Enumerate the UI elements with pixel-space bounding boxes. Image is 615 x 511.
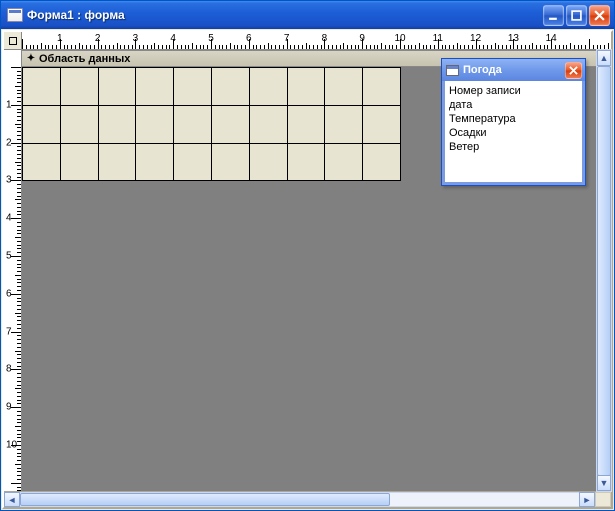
grid-cell[interactable] — [61, 144, 99, 182]
ruler-h-number: 4 — [170, 33, 176, 44]
grid-cell[interactable] — [250, 106, 288, 144]
scroll-down-button[interactable]: ▼ — [597, 475, 611, 491]
grid-cell[interactable] — [363, 106, 401, 144]
field-list-item[interactable]: Осадки — [447, 126, 580, 140]
grid-cell[interactable] — [99, 144, 137, 182]
window-title: Форма1 : форма — [27, 8, 543, 22]
ruler-h-number: 9 — [359, 33, 365, 44]
ruler-v-number: 6 — [6, 288, 12, 299]
grid-cell[interactable] — [23, 106, 61, 144]
titlebar[interactable]: Форма1 : форма — [1, 1, 614, 29]
grid-cell[interactable] — [99, 68, 137, 106]
minimize-button[interactable] — [543, 5, 564, 26]
field-list-body: Номер записидатаТемператураОсадкиВетер — [442, 81, 585, 185]
form-selector[interactable] — [4, 32, 22, 50]
ruler-h-number: 11 — [433, 33, 443, 44]
maximize-button[interactable] — [566, 5, 587, 26]
grid-cell[interactable] — [99, 106, 137, 144]
ruler-h-number: 3 — [133, 33, 139, 44]
ruler-v-number: 4 — [6, 213, 12, 224]
grid-cell[interactable] — [61, 106, 99, 144]
ruler-v-number: 5 — [6, 251, 12, 262]
ruler-h-number: 6 — [246, 33, 252, 44]
ruler-v-number: 2 — [6, 137, 12, 148]
window-controls — [543, 5, 610, 26]
vertical-ruler[interactable]: 1 2 3 4 5 6 7 8 9 10 — [4, 50, 22, 491]
ruler-h-number: 12 — [470, 33, 481, 44]
field-list-close-button[interactable] — [565, 62, 582, 79]
ruler-h-number: 14 — [546, 33, 557, 44]
grid-cell[interactable] — [288, 144, 326, 182]
grid-cell[interactable] — [288, 68, 326, 106]
field-list-window[interactable]: Погода Номер записидатаТемператураОсадки… — [441, 58, 586, 186]
grid-cell[interactable] — [23, 68, 61, 106]
detail-section-grid[interactable] — [22, 67, 401, 181]
grid-cell[interactable] — [212, 68, 250, 106]
scroll-right-button[interactable]: ► — [579, 492, 595, 507]
grid-cell[interactable] — [363, 144, 401, 182]
field-list-title: Погода — [463, 64, 565, 76]
grid-cell[interactable] — [325, 106, 363, 144]
ruler-h-number: 1 — [57, 33, 63, 44]
grid-cell[interactable] — [212, 144, 250, 182]
horizontal-scrollbar[interactable]: ◄ ► — [4, 491, 611, 507]
grid-cell[interactable] — [174, 68, 212, 106]
ruler-v-number: 3 — [6, 175, 12, 186]
ruler-h-number: 13 — [508, 33, 519, 44]
grid-cell[interactable] — [61, 68, 99, 106]
hscroll-track[interactable] — [20, 492, 579, 507]
grid-cell[interactable] — [174, 144, 212, 182]
field-list-item[interactable]: Ветер — [447, 140, 580, 154]
ruler-h-number: 8 — [322, 33, 328, 44]
grid-cell[interactable] — [325, 144, 363, 182]
ruler-v-number: 7 — [6, 326, 12, 337]
ruler-h-number: 2 — [95, 33, 101, 44]
horizontal-ruler[interactable]: 1234567891011121314 — [22, 32, 611, 50]
ruler-v-number: 9 — [6, 402, 12, 413]
close-button[interactable] — [589, 5, 610, 26]
vscroll-track[interactable] — [597, 66, 611, 475]
scroll-up-button[interactable]: ▲ — [597, 50, 611, 66]
grid-cell[interactable] — [23, 144, 61, 182]
field-list-item[interactable]: Температура — [447, 112, 580, 126]
field-list-titlebar[interactable]: Погода — [442, 59, 585, 81]
ruler-v-number: 1 — [6, 99, 12, 110]
ruler-v-number: 8 — [6, 364, 12, 375]
vertical-scrollbar[interactable]: ▲ ▼ — [596, 49, 612, 492]
ruler-h-number: 7 — [284, 33, 290, 44]
form-icon — [7, 8, 23, 22]
field-list-item[interactable]: дата — [447, 98, 580, 112]
grid-cell[interactable] — [288, 106, 326, 144]
field-list-item[interactable]: Номер записи — [447, 84, 580, 98]
grid-cell[interactable] — [325, 68, 363, 106]
grid-cell[interactable] — [212, 106, 250, 144]
grid-cell[interactable] — [136, 106, 174, 144]
ruler-h-number: 5 — [208, 33, 214, 44]
grid-cell[interactable] — [363, 68, 401, 106]
hscroll-thumb[interactable] — [20, 493, 390, 506]
grid-cell[interactable] — [174, 106, 212, 144]
table-icon — [446, 65, 459, 76]
section-icon: ✦ — [26, 54, 36, 64]
scroll-corner — [595, 492, 611, 507]
grid-cell[interactable] — [136, 68, 174, 106]
grid-cell[interactable] — [250, 144, 288, 182]
vscroll-thumb[interactable] — [597, 66, 611, 476]
ruler-v-number: 10 — [6, 440, 17, 451]
form-design-window: Форма1 : форма 1234567891011121314 12345… — [0, 0, 615, 511]
scroll-left-button[interactable]: ◄ — [4, 492, 20, 507]
section-label: Область данных — [39, 53, 130, 65]
grid-cell[interactable] — [250, 68, 288, 106]
grid-cell[interactable] — [136, 144, 174, 182]
ruler-h-number: 10 — [394, 33, 405, 44]
